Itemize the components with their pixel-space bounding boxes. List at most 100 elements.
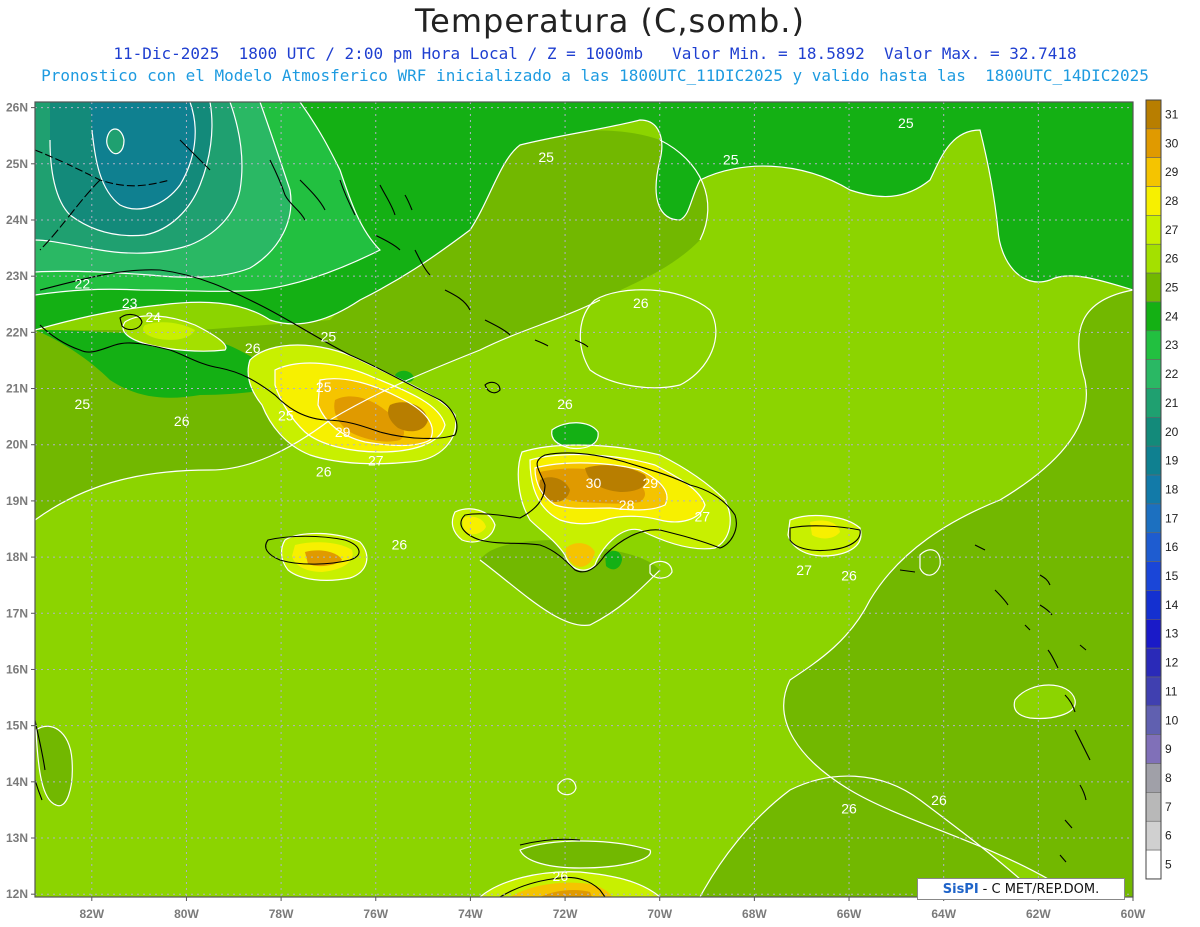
colorbar-label: 30 <box>1165 136 1179 150</box>
colorbar-swatch <box>1145 849 1162 880</box>
colorbar-label: 6 <box>1165 829 1172 843</box>
colorbar-label: 21 <box>1165 396 1179 410</box>
colorbar-swatch <box>1145 532 1162 562</box>
colorbar-swatch <box>1145 734 1162 764</box>
colorbar-label: 9 <box>1165 742 1172 756</box>
colorbar-swatch <box>1145 590 1162 620</box>
colorbar-label: 23 <box>1165 338 1179 352</box>
colorbar-swatch <box>1145 359 1162 389</box>
lat-label: 15N <box>6 719 28 733</box>
colorbar-label: 7 <box>1165 800 1172 814</box>
contour-label: 28 <box>619 497 635 513</box>
lat-label: 25N <box>6 157 28 171</box>
colorbar-swatch <box>1145 474 1162 505</box>
temperature-map: 26N 25N 24N 23N 22N 21N 20N 19N 18N 17N 16N 15N 14N 1… <box>6 99 1179 921</box>
contour-label: 25 <box>898 115 914 131</box>
colorbar-swatch <box>1145 99 1162 130</box>
colorbar-swatch <box>1145 330 1162 360</box>
colorbar-label: 15 <box>1165 569 1179 583</box>
lon-label: 64W <box>931 907 956 921</box>
colorbar-label: 13 <box>1165 627 1179 641</box>
colorbar-swatch <box>1145 820 1162 851</box>
colorbar-swatch <box>1145 763 1162 793</box>
contour-label: 26 <box>841 801 857 817</box>
colorbar-swatch <box>1145 186 1162 216</box>
colorbar-label: 28 <box>1165 194 1179 208</box>
colorbar-swatch <box>1145 301 1162 332</box>
lon-label: 60W <box>1121 907 1146 921</box>
contour-label: 25 <box>538 149 554 165</box>
contour-label: 26 <box>557 396 573 412</box>
colorbar-swatch <box>1145 272 1162 303</box>
source-badge: SisPI - C MET/REP.DOM. <box>917 878 1125 900</box>
lat-label: 26N <box>6 101 28 115</box>
lat-label: 19N <box>6 494 28 508</box>
lat-label: 13N <box>6 831 28 845</box>
contour-label: 25 <box>321 329 337 345</box>
contour-label: 29 <box>335 424 351 440</box>
lat-label: 14N <box>6 775 28 789</box>
colorbar-swatch <box>1145 503 1162 534</box>
contour-label: 26 <box>316 464 332 480</box>
contour-label: 26 <box>245 340 261 356</box>
colorbar-swatch <box>1145 417 1162 447</box>
colorbar-label: 18 <box>1165 482 1179 496</box>
contour-label: 27 <box>695 508 711 524</box>
contour-label: 26 <box>392 537 408 553</box>
lat-label: 21N <box>6 382 28 396</box>
lon-label: 62W <box>1026 907 1051 921</box>
colorbar-label: 5 <box>1165 858 1172 872</box>
lat-label: 24N <box>6 213 28 227</box>
contour-label: 24 <box>146 309 162 325</box>
colorbar-swatch <box>1145 157 1162 187</box>
source-brand: SisPI <box>942 881 979 897</box>
contour-label: 30 <box>586 475 602 491</box>
colorbar-swatch <box>1145 792 1162 822</box>
lat-label: 18N <box>6 550 28 564</box>
colorbar-swatch <box>1145 243 1162 274</box>
lon-label: 74W <box>458 907 483 921</box>
contour-label: 22 <box>75 275 91 291</box>
lat-label: 22N <box>6 325 28 339</box>
colorbar-label: 27 <box>1165 223 1179 237</box>
colorbar-swatch <box>1145 215 1162 245</box>
contour-label: 26 <box>553 868 569 884</box>
colorbar-swatch <box>1145 647 1162 678</box>
contour-label: 26 <box>841 567 857 583</box>
colorbar-swatch <box>1145 128 1162 159</box>
colorbar-swatch <box>1145 618 1162 649</box>
contour-label: 27 <box>368 452 384 468</box>
colorbar-label: 26 <box>1165 252 1179 266</box>
colorbar-label: 19 <box>1165 454 1179 468</box>
lon-label: 70W <box>647 907 672 921</box>
lon-label: 82W <box>79 907 104 921</box>
contour-label: 25 <box>723 152 739 168</box>
lon-label: 66W <box>837 907 862 921</box>
contour-label: 27 <box>796 562 812 578</box>
contour-label: 26 <box>174 413 190 429</box>
lon-label: 80W <box>174 907 199 921</box>
contour-label: 26 <box>931 792 947 808</box>
colorbar-label: 31 <box>1165 107 1179 121</box>
colorbar-label: 16 <box>1165 540 1179 554</box>
colorbar-label: 12 <box>1165 656 1179 670</box>
colorbar-label: 29 <box>1165 165 1179 179</box>
colorbar-label: 10 <box>1165 713 1179 727</box>
lat-label: 23N <box>6 269 28 283</box>
source-org: - C MET/REP.DOM. <box>982 881 1100 897</box>
colorbar-swatch <box>1145 388 1162 418</box>
contour-label: 25 <box>75 396 91 412</box>
colorbar-label: 24 <box>1165 309 1179 323</box>
colorbar-label: 22 <box>1165 367 1179 381</box>
lat-label: 17N <box>6 606 28 620</box>
lat-label: 20N <box>6 438 28 452</box>
lat-label: 12N <box>6 887 28 901</box>
contour-label: 23 <box>122 295 138 311</box>
contour-label: 26 <box>633 295 649 311</box>
colorbar-swatch <box>1145 561 1162 591</box>
colorbar-swatch <box>1145 676 1162 707</box>
lon-label: 72W <box>553 907 578 921</box>
lat-label: 16N <box>6 662 28 676</box>
colorbar-label: 25 <box>1165 281 1179 295</box>
contour-label: 25 <box>316 379 332 395</box>
